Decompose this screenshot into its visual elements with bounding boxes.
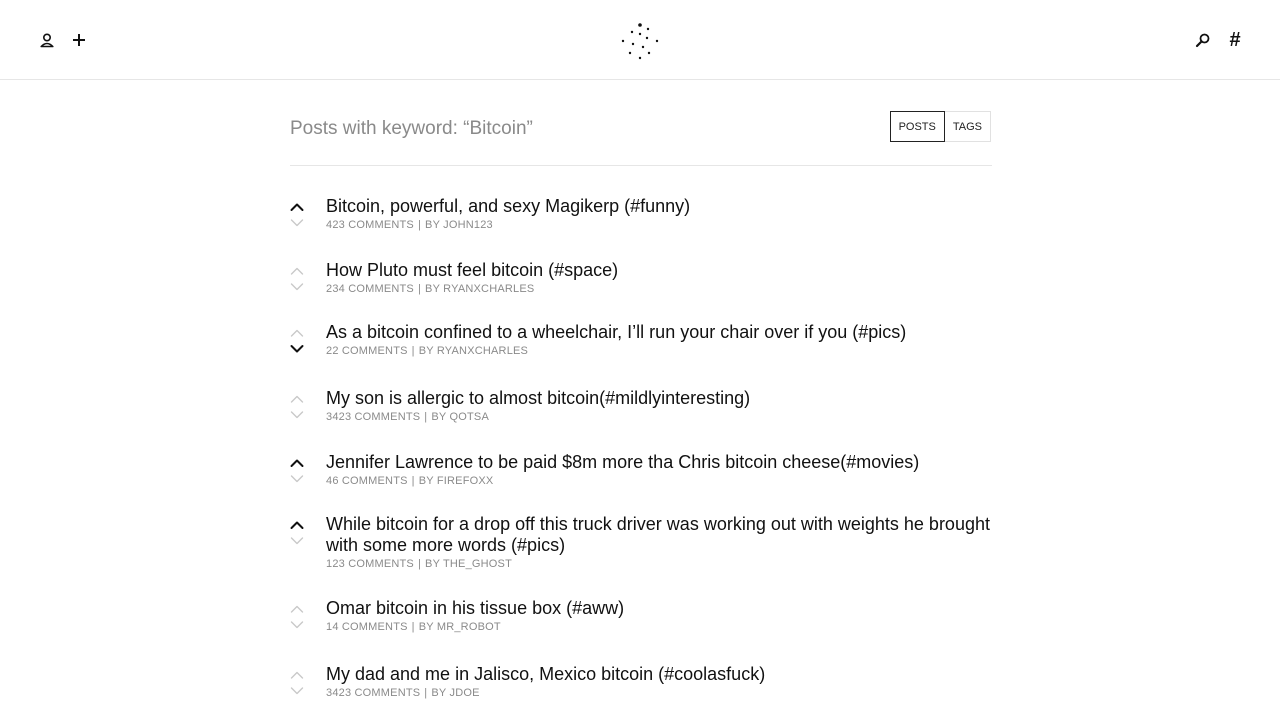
comments-link[interactable]: 3423 COMMENTS: [326, 687, 420, 699]
upvote-icon[interactable]: [290, 455, 304, 467]
comments-link[interactable]: 46 COMMENTS: [326, 475, 408, 487]
search-icon[interactable]: [1189, 26, 1217, 54]
upvote-icon[interactable]: [290, 601, 304, 613]
post-title-link[interactable]: My dad and me in Jalisco, Mexico bitcoin…: [326, 664, 992, 685]
post-title-link[interactable]: How Pluto must feel bitcoin (#space): [326, 260, 992, 281]
post-item: Bitcoin, powerful, and sexy Magikerp (#f…: [290, 196, 992, 231]
author-link[interactable]: BY JOHN123: [425, 219, 493, 231]
upvote-icon[interactable]: [290, 263, 304, 275]
meta-separator: |: [411, 345, 415, 357]
author-link[interactable]: BY THE_GHOST: [425, 558, 512, 570]
author-link[interactable]: BY QOTSA: [431, 411, 489, 423]
post-meta: 123 COMMENTS | BY THE_GHOST: [326, 558, 992, 570]
post-item: Omar bitcoin in his tissue box (#aww) 14 …: [290, 598, 992, 633]
post-item: Jennifer Lawrence to be paid $8m more th…: [290, 452, 992, 487]
tags-tab[interactable]: TAGS: [944, 111, 991, 142]
post-item: How Pluto must feel bitcoin (#space) 234 …: [290, 260, 992, 295]
main-content: Posts with keyword: “Bitcoin” POSTS TAGS…: [290, 80, 992, 699]
upvote-icon[interactable]: [290, 517, 304, 529]
hash-icon[interactable]: #: [1221, 26, 1249, 54]
post-meta: 234 COMMENTS | BY RYANXCHARLES: [326, 283, 992, 295]
downvote-icon[interactable]: [290, 533, 304, 545]
page-title: Posts with keyword: “Bitcoin”: [290, 118, 533, 139]
post-title-link[interactable]: My son is allergic to almost bitcoin(#mi…: [326, 388, 992, 409]
author-link[interactable]: BY RYANXCHARLES: [419, 345, 528, 357]
comments-link[interactable]: 14 COMMENTS: [326, 621, 408, 633]
post-title-link[interactable]: As a bitcoin confined to a wheelchair, I…: [326, 322, 992, 343]
post-meta: 46 COMMENTS | BY FIREFOXX: [326, 475, 992, 487]
post-meta: 423 COMMENTS | BY JOHN123: [326, 219, 992, 231]
vote-controls: [290, 391, 304, 419]
post-item: As a bitcoin confined to a wheelchair, I…: [290, 322, 992, 357]
meta-separator: |: [417, 219, 422, 231]
view-toggle: POSTS TAGS: [889, 111, 991, 142]
comments-link[interactable]: 22 COMMENTS: [326, 345, 408, 357]
downvote-icon[interactable]: [290, 407, 304, 419]
meta-separator: |: [417, 283, 422, 295]
comments-link[interactable]: 423 COMMENTS: [326, 219, 414, 231]
upvote-icon[interactable]: [290, 199, 304, 211]
post-title-link[interactable]: Bitcoin, powerful, and sexy Magikerp (#f…: [326, 196, 992, 217]
downvote-icon[interactable]: [290, 215, 304, 227]
upvote-icon[interactable]: [290, 391, 304, 403]
meta-separator: |: [411, 475, 415, 487]
post-item: My dad and me in Jalisco, Mexico bitcoin…: [290, 664, 992, 699]
upvote-icon[interactable]: [290, 667, 304, 679]
plus-icon[interactable]: [65, 26, 93, 54]
downvote-icon[interactable]: [290, 617, 304, 629]
vote-controls: [290, 601, 304, 629]
post-meta: 3423 COMMENTS | BY QOTSA: [326, 411, 992, 423]
post-item: While bitcoin for a drop off this truck …: [290, 514, 992, 570]
vote-controls: [290, 325, 304, 353]
vote-controls: [290, 199, 304, 227]
comments-link[interactable]: 234 COMMENTS: [326, 283, 414, 295]
vote-controls: [290, 455, 304, 483]
author-link[interactable]: BY FIREFOXX: [419, 475, 494, 487]
post-title-link[interactable]: While bitcoin for a drop off this truck …: [326, 514, 992, 556]
post-title-link[interactable]: Jennifer Lawrence to be paid $8m more th…: [326, 452, 992, 473]
post-meta: 22 COMMENTS | BY RYANXCHARLES: [326, 345, 992, 357]
downvote-icon[interactable]: [290, 341, 304, 353]
author-link[interactable]: BY RYANXCHARLES: [425, 283, 534, 295]
page-header: Posts with keyword: “Bitcoin” POSTS TAGS: [290, 80, 992, 166]
meta-separator: |: [424, 411, 428, 423]
logo-icon[interactable]: [620, 21, 660, 61]
posts-tab[interactable]: POSTS: [889, 111, 945, 142]
user-icon[interactable]: [33, 26, 61, 54]
meta-separator: |: [411, 621, 415, 633]
post-meta: 14 COMMENTS | BY MR_ROBOT: [326, 621, 992, 633]
comments-link[interactable]: 123 COMMENTS: [326, 558, 414, 570]
upvote-icon[interactable]: [290, 325, 304, 337]
vote-controls: [290, 263, 304, 291]
post-meta: 3423 COMMENTS | BY JDOE: [326, 687, 992, 699]
vote-controls: [290, 517, 304, 545]
downvote-icon[interactable]: [290, 471, 304, 483]
vote-controls: [290, 667, 304, 695]
meta-separator: |: [424, 687, 428, 699]
comments-link[interactable]: 3423 COMMENTS: [326, 411, 420, 423]
downvote-icon[interactable]: [290, 683, 304, 695]
post-title-link[interactable]: Omar bitcoin in his tissue box (#aww): [326, 598, 992, 619]
author-link[interactable]: BY MR_ROBOT: [419, 621, 501, 633]
author-link[interactable]: BY JDOE: [431, 687, 479, 699]
downvote-icon[interactable]: [290, 279, 304, 291]
post-item: My son is allergic to almost bitcoin(#mi…: [290, 388, 992, 423]
meta-separator: |: [417, 558, 422, 570]
top-bar: #: [0, 0, 1280, 80]
